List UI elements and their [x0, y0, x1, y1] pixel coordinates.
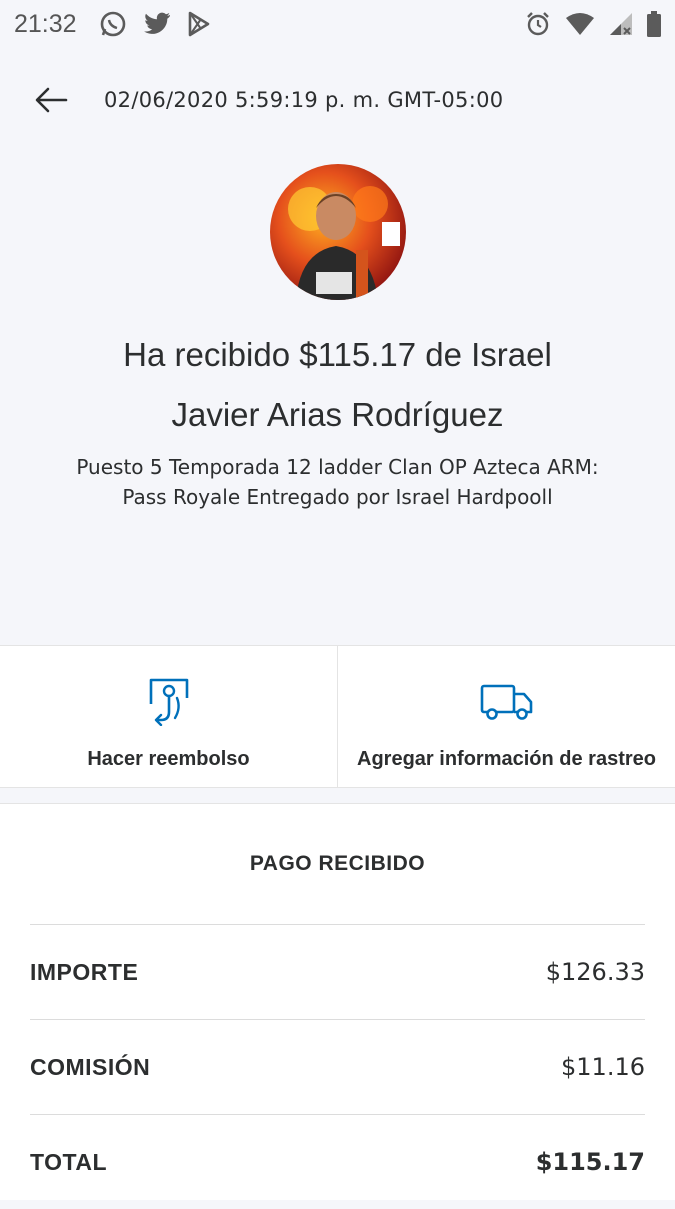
payment-note: Puesto 5 Temporada 12 ladder Clan OP Azt…	[30, 452, 645, 512]
refund-icon	[149, 678, 188, 726]
truck-icon	[480, 684, 532, 720]
refund-button[interactable]: Hacer reembolso	[0, 646, 337, 787]
amount-label: IMPORTE	[30, 958, 139, 985]
fee-label: COMISIÓN	[30, 1053, 151, 1080]
note-line-2: Pass Royale Entregado por Israel Hardpoo…	[122, 485, 553, 509]
signal-icon	[610, 13, 632, 35]
headline-line-1: Ha recibido $115.17 de Israel	[123, 336, 552, 373]
transaction-datetime: 02/06/2020 5:59:19 p. m. GMT-05:00	[104, 88, 504, 112]
action-bar: Hacer reembolso Agregar información de r…	[0, 645, 675, 788]
play-store-icon	[188, 11, 209, 37]
fee-row: COMISIÓN $11.16	[30, 1019, 645, 1114]
refund-label: Hacer reembolso	[87, 748, 250, 770]
avatar	[270, 164, 406, 300]
add-tracking-label: Agregar información de rastreo	[357, 748, 656, 770]
note-line-1: Puesto 5 Temporada 12 ladder Clan OP Azt…	[76, 455, 599, 479]
total-label: TOTAL	[30, 1148, 108, 1175]
payment-details: PAGO RECIBIDO IMPORTE $126.33 COMISIÓN $…	[0, 804, 675, 1200]
arrow-left-icon[interactable]	[30, 78, 74, 122]
status-bar: 21:32	[0, 0, 675, 48]
alarm-icon	[527, 12, 549, 36]
avatar-image	[288, 186, 400, 300]
total-value: $115.17	[535, 1148, 645, 1176]
wifi-icon	[566, 13, 594, 35]
status-time: 21:32	[14, 9, 77, 38]
payment-headline: Ha recibido $115.17 de Israel Javier Ari…	[40, 325, 635, 445]
section-title: PAGO RECIBIDO	[249, 852, 426, 875]
fee-value: $11.16	[561, 1053, 645, 1081]
amount-row: IMPORTE $126.33	[30, 924, 645, 1019]
headline-line-2: Javier Arias Rodríguez	[171, 396, 504, 433]
battery-icon	[647, 11, 661, 37]
twitter-icon	[143, 12, 170, 34]
amount-value: $126.33	[545, 958, 645, 986]
total-row: TOTAL $115.17	[30, 1114, 645, 1209]
add-tracking-button[interactable]: Agregar información de rastreo	[337, 646, 675, 787]
whatsapp-icon	[100, 11, 125, 37]
header: 02/06/2020 5:59:19 p. m. GMT-05:00	[0, 75, 675, 125]
